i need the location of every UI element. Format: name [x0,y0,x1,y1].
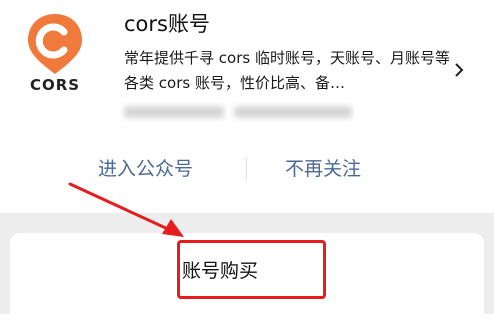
chevron-right-icon[interactable] [452,62,466,78]
action-divider [246,157,247,181]
blurred-text [234,106,352,118]
blurred-text [124,106,224,118]
logo-text: CORS [29,76,81,94]
account-logo: CORS [20,10,90,96]
account-name[interactable]: cors账号 [124,8,210,38]
location-pin-icon [28,14,82,74]
unfollow-link[interactable]: 不再关注 [285,154,361,181]
account-description: 常年提供千寻 cors 临时账号，天账号、月账号等各类 cors 账号，性价比高… [124,49,450,92]
annotation-highlight-box [177,240,326,299]
enter-official-account-link[interactable]: 进入公众号 [98,154,193,181]
